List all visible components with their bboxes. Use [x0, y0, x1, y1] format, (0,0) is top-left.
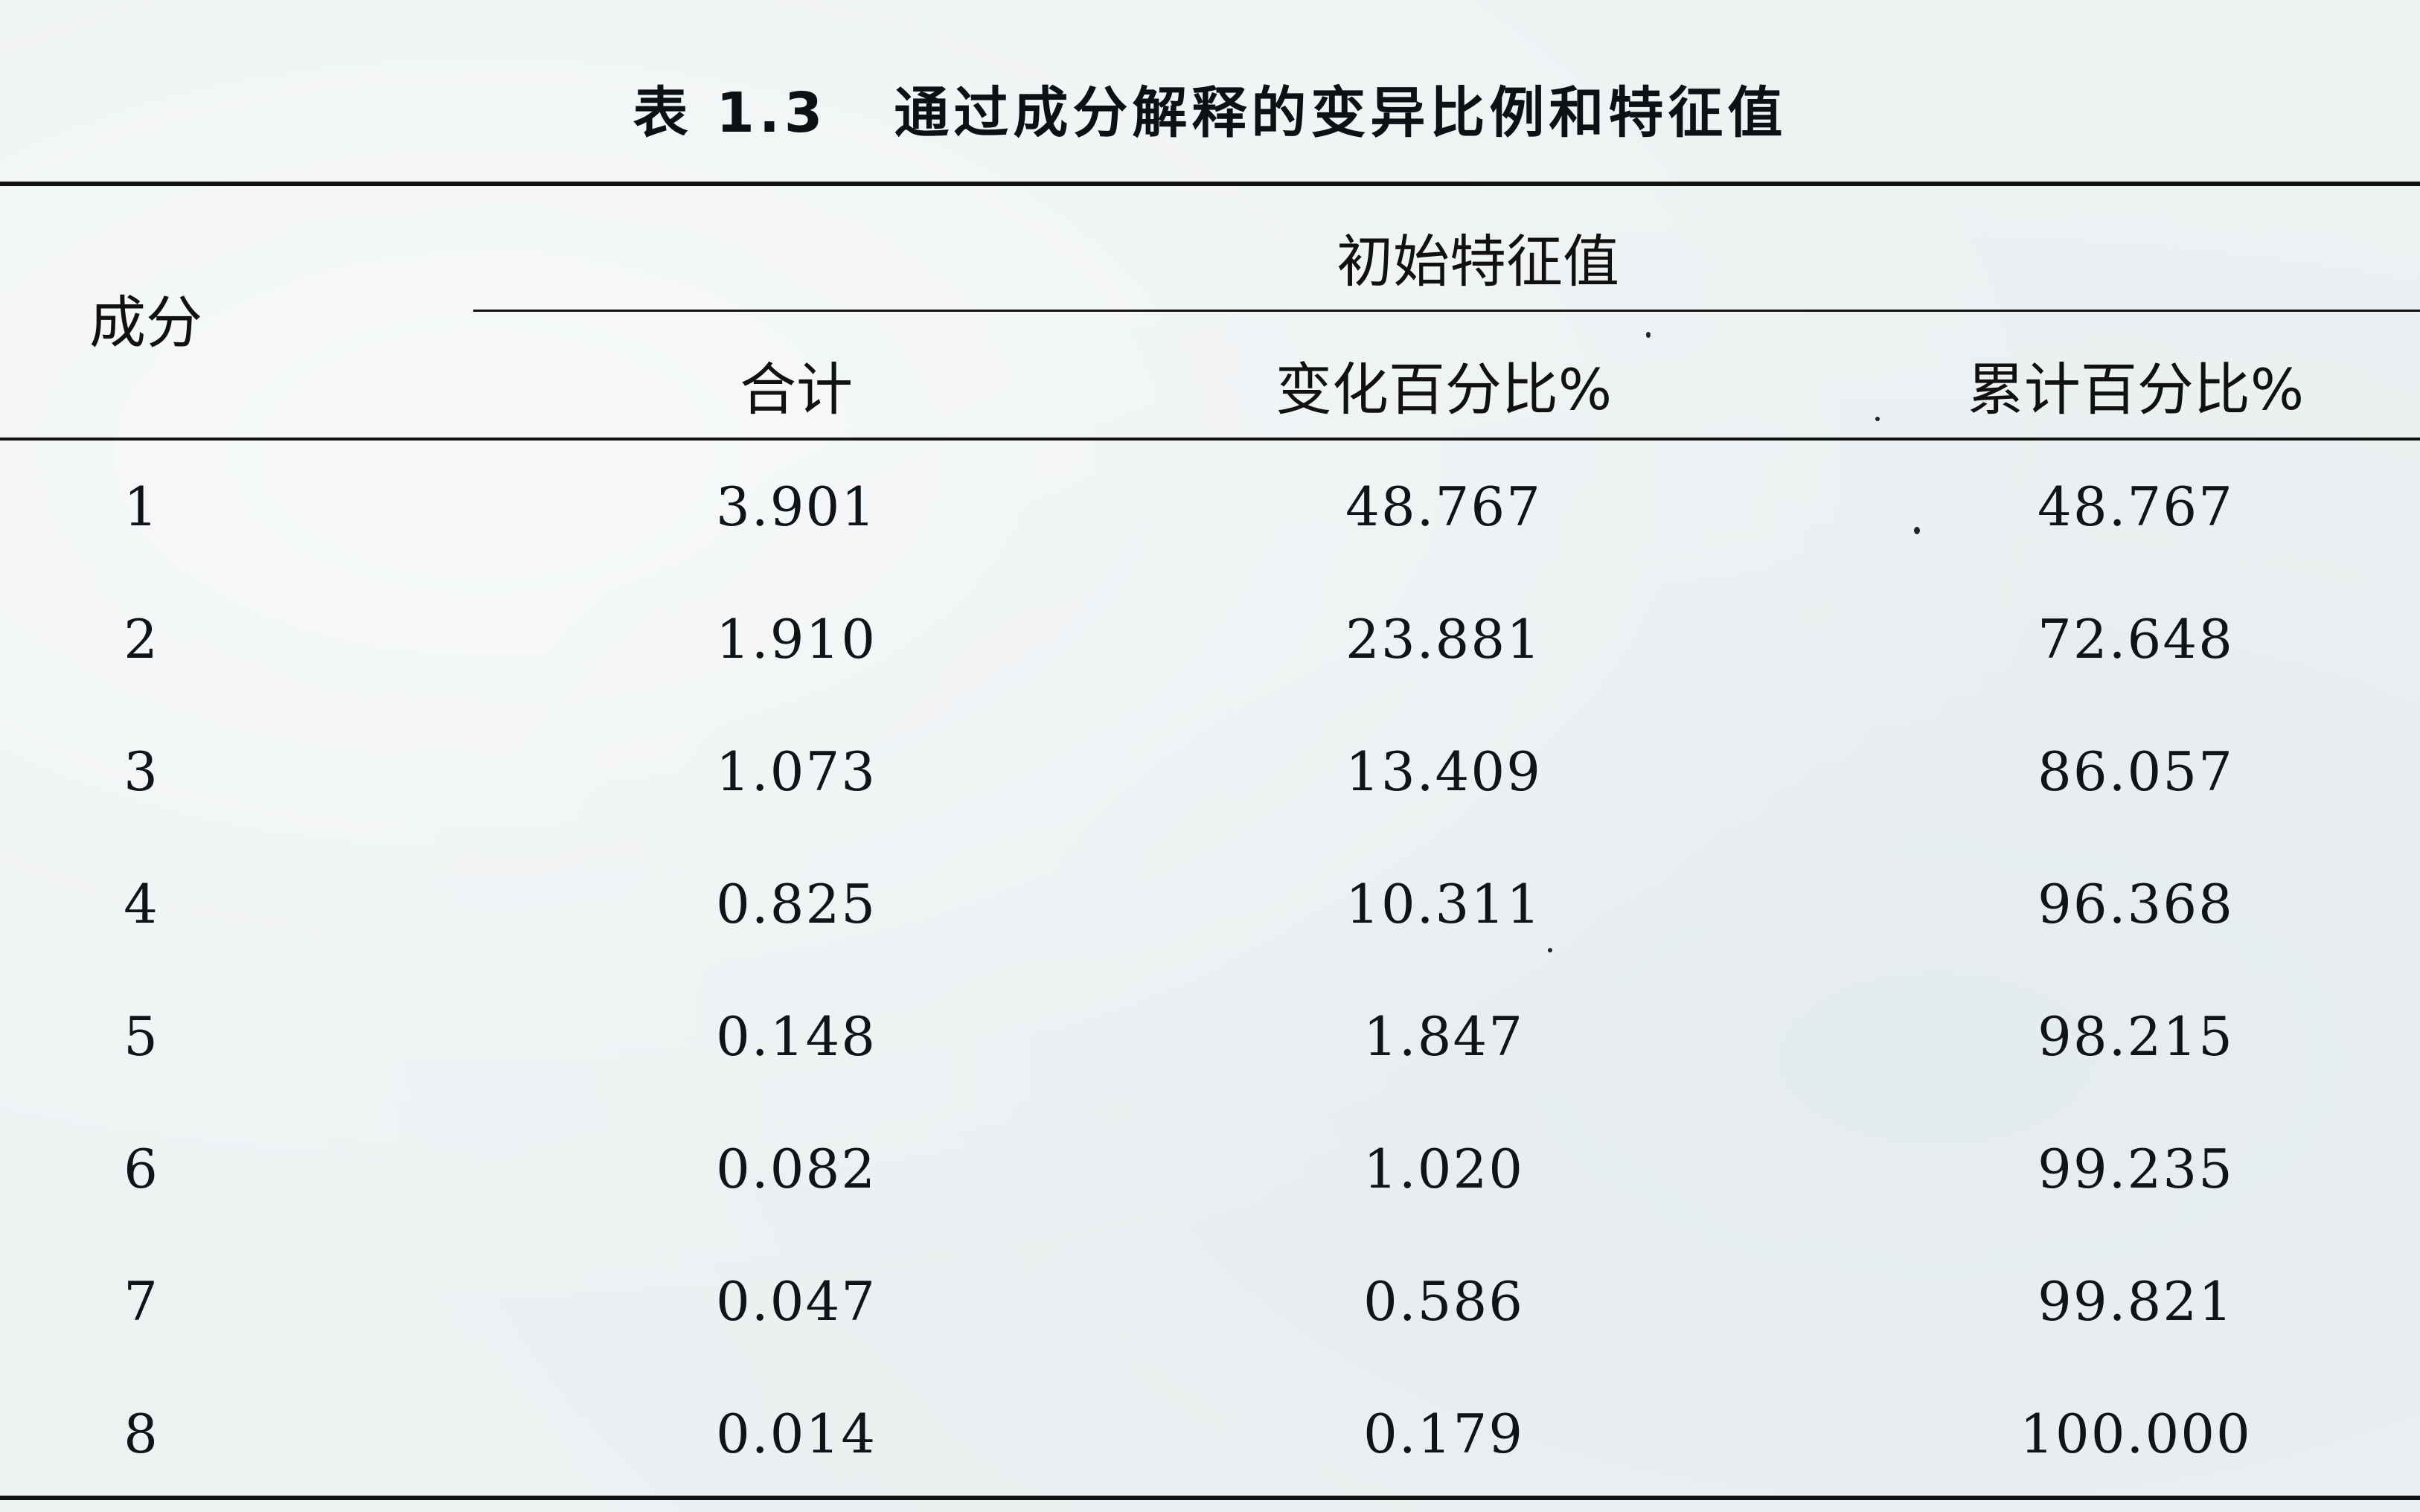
table-row: 7 0.047 0.586 99.821: [0, 1238, 2420, 1365]
header-bottom-rule: [0, 438, 2420, 441]
cell-cumulative-percent: 72.648: [2038, 608, 2234, 670]
cell-total: 0.047: [715, 1270, 877, 1333]
cell-component: 8: [124, 1403, 159, 1465]
cell-percent-variance: 0.179: [1363, 1403, 1525, 1465]
cell-component: 5: [124, 1005, 159, 1068]
cell-component: 1: [124, 475, 159, 538]
group-header-rule: [473, 310, 2420, 312]
cell-component: 3: [124, 740, 159, 803]
cell-cumulative-percent: 98.215: [2038, 1005, 2234, 1068]
cell-cumulative-percent: 99.235: [2038, 1138, 2234, 1200]
header-initial-eigenvalues: 初始特征值: [1337, 228, 1619, 295]
table-row: 3 1.073 13.409 86.057: [0, 708, 2420, 835]
table-caption: 表 1.3 通过成分解释的变异比例和特征值: [0, 68, 2420, 148]
cell-total: 0.014: [715, 1403, 877, 1465]
cell-percent-variance: 23.881: [1345, 608, 1542, 670]
cell-cumulative-percent: 86.057: [2038, 740, 2234, 803]
cell-total: 1.910: [715, 608, 877, 670]
table-row: 8 0.014 0.179 100.000: [0, 1371, 2420, 1497]
table-row: 5 0.148 1.847 98.215: [0, 973, 2420, 1100]
cell-component: 4: [124, 873, 159, 935]
table-title: 通过成分解释的变异比例和特征值: [894, 81, 1787, 145]
cell-total: 0.148: [715, 1005, 877, 1068]
printed-page: 表 1.3 通过成分解释的变异比例和特征值 成分 初始特征值 合计 变化百分比% …: [0, 0, 2420, 1512]
table-row: 6 0.082 1.020 99.235: [0, 1106, 2420, 1232]
cell-percent-variance: 1.847: [1363, 1005, 1525, 1068]
cell-cumulative-percent: 96.368: [2038, 873, 2234, 935]
speck: [1914, 527, 1920, 534]
table-number: 表 1.3: [633, 81, 828, 145]
cell-total: 0.825: [715, 873, 877, 935]
cell-cumulative-percent: 99.821: [2038, 1270, 2234, 1333]
table-row: 1 3.901 48.767 48.767: [0, 443, 2420, 570]
cell-total: 3.901: [715, 475, 877, 538]
bottom-rule: [0, 1496, 2420, 1500]
speck: [1875, 417, 1880, 421]
cell-component: 6: [124, 1138, 159, 1200]
cell-cumulative-percent: 48.767: [2038, 475, 2234, 538]
header-total: 合计: [740, 356, 853, 423]
table-row: 4 0.825 10.311 96.368: [0, 841, 2420, 967]
cell-percent-variance: 0.586: [1363, 1270, 1525, 1333]
cell-component: 7: [124, 1270, 159, 1333]
cell-total: 0.082: [715, 1138, 877, 1200]
cell-total: 1.073: [715, 740, 877, 803]
header-percent-variance: 变化百分比%: [1275, 356, 1613, 423]
cell-percent-variance: 1.020: [1363, 1138, 1525, 1200]
cell-percent-variance: 13.409: [1345, 740, 1542, 803]
cell-component: 2: [124, 608, 159, 670]
speck: [1646, 332, 1651, 338]
cell-cumulative-percent: 100.000: [2020, 1403, 2252, 1465]
cell-percent-variance: 10.311: [1345, 873, 1542, 935]
top-rule: [0, 182, 2420, 186]
table-row: 2 1.910 23.881 72.648: [0, 576, 2420, 702]
cell-percent-variance: 48.767: [1345, 475, 1542, 538]
speck: [1548, 948, 1552, 952]
header-cumulative-percent: 累计百分比%: [1967, 356, 2305, 423]
